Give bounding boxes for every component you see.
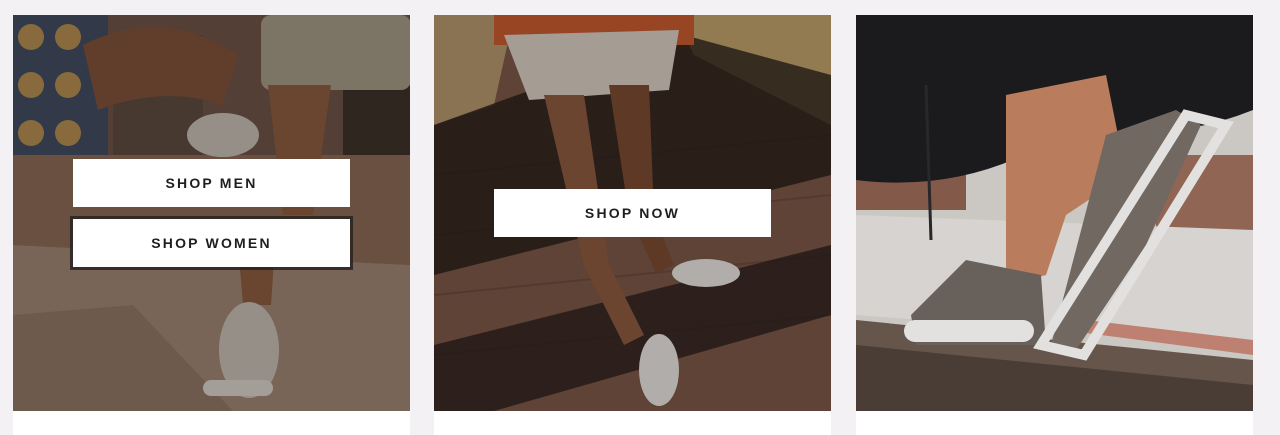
shop-women-button[interactable]: SHOP WOMEN: [73, 219, 350, 267]
product-card-slip-ons: [856, 15, 1253, 435]
shop-now-button[interactable]: SHOP NOW: [494, 189, 771, 237]
hero-image-slip-ons[interactable]: [856, 15, 1253, 411]
shop-men-button[interactable]: SHOP MEN: [73, 159, 350, 207]
hero-image-flats[interactable]: SHOP NOW: [434, 15, 831, 411]
image-overlay: [13, 15, 410, 411]
product-card-flats: SHOP NOW: [434, 15, 831, 435]
product-card-men-women: SHOP MEN SHOP WOMEN: [13, 15, 410, 435]
hero-image-sneakers[interactable]: SHOP MEN SHOP WOMEN: [13, 15, 410, 411]
image-overlay: [856, 15, 1253, 411]
